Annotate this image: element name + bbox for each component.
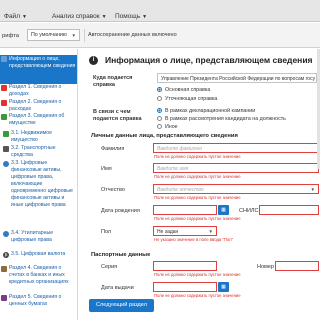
birthdate-error: Поле не должно содержать пустое значение bbox=[154, 216, 241, 221]
radio-declaration-campaign[interactable]: В рамках декларационной кампании bbox=[157, 108, 255, 114]
sidebar-item-bank-accounts[interactable]: Раздел 4. Сведения о счетах в банках и и… bbox=[0, 265, 77, 286]
page-title: Информация о лице, представляющем сведен… bbox=[105, 55, 313, 65]
globe-icon bbox=[3, 231, 9, 237]
chevron-down-icon: ▼ bbox=[71, 33, 76, 38]
chevron-down-icon: ▼ bbox=[208, 229, 213, 234]
sidebar-item-securities[interactable]: Раздел 5. Сведения о ценных бумагах bbox=[0, 294, 77, 308]
radio-unchecked-icon bbox=[157, 116, 162, 121]
name-label: Имя bbox=[101, 166, 112, 172]
sidebar-item-income[interactable]: Раздел 1. Сведения о доходах bbox=[0, 84, 77, 98]
book-icon bbox=[1, 295, 7, 301]
next-section-button[interactable]: Следующий раздел bbox=[89, 299, 154, 312]
radio-checked-icon bbox=[157, 108, 162, 113]
snils-label: СНИЛС bbox=[239, 208, 259, 214]
series-label: Серия bbox=[101, 264, 118, 270]
passport-section-title: Паспортные данные bbox=[91, 252, 151, 258]
calendar-icon[interactable]: ▦ bbox=[218, 205, 229, 215]
document-icon bbox=[1, 100, 7, 106]
gender-select[interactable]: Не задан ▼ bbox=[153, 226, 217, 236]
name-error: Поле не должно содержать пустое значение bbox=[154, 174, 241, 179]
whom-field[interactable]: Управление Президента Российской Федерац… bbox=[157, 73, 317, 83]
number-label: Номер bbox=[257, 264, 274, 270]
issue-date-label: Дата выдачи bbox=[101, 285, 134, 291]
chevron-down-icon: ▼ bbox=[101, 14, 107, 20]
sidebar-item-digital-assets[interactable]: 3.3. Цифровые финансовые активы, цифровы… bbox=[0, 160, 77, 209]
whom-label: Куда подается справка bbox=[93, 75, 133, 88]
bitcoin-icon: ₿ bbox=[3, 252, 9, 258]
bank-icon bbox=[1, 266, 7, 272]
patronymic-field[interactable]: Введите отчество ▼ bbox=[153, 184, 319, 194]
toolbar: рифта По умолчанию ▼ Автосохранение данны… bbox=[0, 23, 320, 48]
chevron-down-icon: ▼ bbox=[142, 14, 148, 20]
snils-field[interactable] bbox=[259, 205, 319, 215]
sidebar-item-property[interactable]: Раздел 3. Сведения об имуществе bbox=[0, 113, 77, 127]
gender-label: Пол bbox=[101, 229, 112, 235]
menu-analysis[interactable]: Анализ справок ▼ bbox=[52, 13, 107, 20]
globe-icon bbox=[3, 161, 9, 167]
chevron-down-icon: ▼ bbox=[310, 187, 315, 192]
radio-unchecked-icon bbox=[157, 124, 162, 129]
autosave-status: Автосохранение данных включено bbox=[88, 32, 177, 38]
chevron-down-icon: ▼ bbox=[21, 14, 27, 20]
sidebar-item-expenses[interactable]: Раздел 2. Сведения о расходах bbox=[0, 99, 77, 113]
radio-main-report[interactable]: Основная справка bbox=[157, 87, 210, 93]
series-field[interactable] bbox=[153, 261, 217, 271]
house-icon bbox=[1, 114, 7, 120]
gender-error: Не указано значение в поле ввода "Пол" bbox=[154, 237, 234, 242]
sidebar-item-real-estate[interactable]: 3.1. Недвижимое имущество bbox=[0, 130, 77, 144]
radio-other[interactable]: Иное bbox=[157, 124, 178, 130]
toolbar-divider bbox=[84, 29, 85, 42]
birthdate-field[interactable] bbox=[153, 205, 217, 215]
patronymic-error: Поле не должно содержать пустое значение bbox=[154, 195, 241, 200]
menu-help[interactable]: Помощь ▼ bbox=[115, 13, 147, 20]
name-field[interactable]: Введите имя bbox=[153, 163, 319, 173]
surname-error: Поле не должно содержать пустое значение bbox=[154, 154, 241, 159]
surname-label: Фамилия bbox=[101, 146, 125, 152]
radio-unchecked-icon bbox=[157, 96, 162, 101]
series-error: Поле не должно содержать пустое значение bbox=[154, 272, 241, 277]
main-form: i Информация о лице, представляющем свед… bbox=[79, 49, 320, 320]
issue-date-field[interactable] bbox=[153, 282, 217, 292]
radio-checked-icon bbox=[157, 87, 162, 92]
document-icon bbox=[1, 56, 7, 62]
car-icon bbox=[3, 146, 9, 152]
sidebar-item-vehicles[interactable]: 3.2. Транспортные средства bbox=[0, 145, 77, 159]
issue-date-error: Поле не должно содержать пустое значение bbox=[154, 293, 241, 298]
surname-field[interactable]: Введите фамилию bbox=[153, 143, 319, 153]
number-field[interactable] bbox=[275, 261, 319, 271]
menu-bar: Файл ▼ Анализ справок ▼ Помощь ▼ bbox=[0, 0, 320, 22]
birthdate-label: Дата рождения bbox=[101, 208, 140, 214]
house-icon bbox=[3, 131, 9, 137]
info-icon: i bbox=[89, 56, 98, 65]
sidebar-item-person-info[interactable]: Информация о лице, представляющем сведен… bbox=[0, 55, 77, 84]
font-select[interactable]: По умолчанию ▼ bbox=[27, 29, 80, 41]
sidebar-item-digital-currency[interactable]: ₿ 3.5. Цифровая валюта bbox=[0, 251, 77, 258]
font-label: рифта bbox=[2, 33, 19, 39]
radio-correcting-report[interactable]: Уточняющая справка bbox=[157, 96, 217, 102]
menu-file[interactable]: Файл ▼ bbox=[4, 13, 27, 20]
calendar-icon[interactable]: ▦ bbox=[218, 282, 229, 292]
personal-section-title: Личные данные лица, представляющего свед… bbox=[91, 133, 238, 139]
sidebar-item-utility-rights[interactable]: 3.4. Утилитарные цифровые права bbox=[0, 230, 77, 244]
reason-label: В связи с чем подается справка bbox=[93, 109, 142, 122]
radio-candidate[interactable]: В рамках рассмотрения кандидата на должн… bbox=[157, 116, 286, 122]
patronymic-label: Отчество bbox=[101, 187, 125, 193]
sidebar: Информация о лице, представляющем сведен… bbox=[0, 49, 78, 320]
document-icon bbox=[1, 85, 7, 91]
